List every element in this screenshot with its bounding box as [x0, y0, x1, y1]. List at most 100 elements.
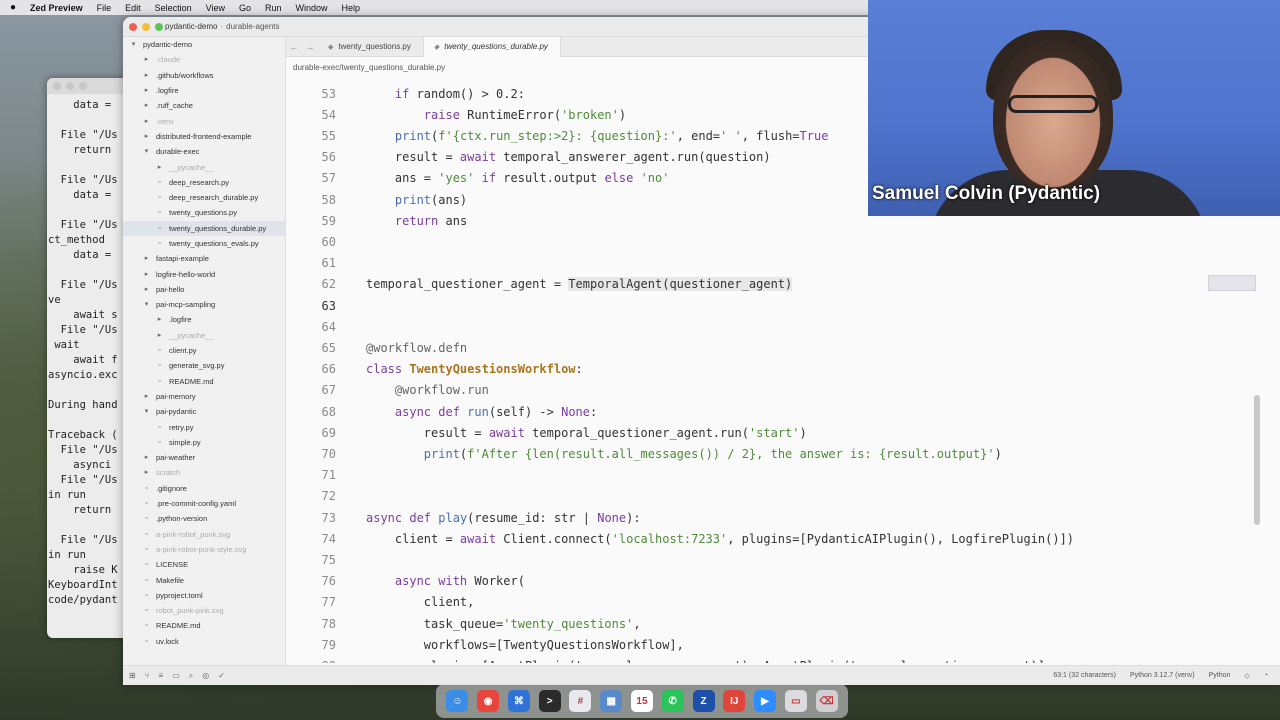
preview-icon[interactable]: ▦ — [600, 690, 623, 712]
file-tree-item[interactable]: ▫ deep_research.py — [123, 175, 285, 190]
code-line[interactable]: 77 client, — [286, 592, 1280, 613]
minimize-window-icon[interactable] — [142, 22, 150, 31]
zoom-window-icon[interactable] — [155, 22, 163, 31]
line-number[interactable]: 53 — [286, 87, 336, 101]
menu-run[interactable]: Run — [265, 3, 282, 13]
folder-tree-item[interactable]: ▸ pai-hello — [123, 282, 285, 297]
zed-icon[interactable]: Z — [692, 690, 715, 712]
downloads-icon[interactable]: ▭ — [784, 690, 807, 712]
menu-go[interactable]: Go — [239, 3, 251, 13]
python-interpreter[interactable]: Python 3.12.7 (venv) — [1130, 672, 1195, 679]
file-tree-item[interactable]: ▫ twenty_questions.py — [123, 205, 285, 220]
code-line[interactable]: 76 async with Worker( — [286, 571, 1280, 592]
trash-icon[interactable]: ⌫ — [815, 690, 838, 712]
apple-menu-icon[interactable]: ● — [10, 2, 16, 13]
code-line[interactable]: 63 — [286, 295, 1280, 316]
terminal-toggle-icon[interactable]: ▭ — [172, 671, 180, 681]
code-line[interactable]: 72 — [286, 486, 1280, 507]
file-tree-item[interactable]: ▫ Makefile — [123, 572, 285, 587]
line-number[interactable]: 73 — [286, 511, 336, 525]
code-line[interactable]: 73 async def play(resume_id: str | None): — [286, 507, 1280, 528]
folder-tree-item[interactable]: ▾ pai-pydantic — [123, 404, 285, 419]
zoom-icon[interactable]: ▶ — [754, 690, 777, 712]
folder-tree-item[interactable]: ▸ pai-memory — [123, 389, 285, 404]
menu-window[interactable]: Window — [296, 3, 328, 13]
line-number[interactable]: 61 — [286, 256, 336, 270]
search-icon[interactable]: ⌕ — [189, 671, 193, 681]
panel-toggle-icon[interactable]: ⊞ — [129, 671, 136, 681]
intellij-icon[interactable]: IJ — [723, 690, 746, 712]
diagnostics-icon[interactable]: ◎ — [202, 671, 209, 681]
code-line[interactable]: 79 workflows=[TwentyQuestionsWorkflow], — [286, 634, 1280, 655]
folder-tree-item[interactable]: ▾ pydantic-demo — [123, 37, 285, 52]
menu-file[interactable]: File — [97, 3, 112, 13]
file-tree-item[interactable]: ▫ .python-version — [123, 511, 285, 526]
folder-tree-item[interactable]: ▸ __pycache__ — [123, 328, 285, 343]
line-number[interactable]: 54 — [286, 108, 336, 122]
line-number[interactable]: 67 — [286, 383, 336, 397]
folder-tree-item[interactable]: ▾ durable-exec — [123, 144, 285, 159]
code-line[interactable]: 65 @workflow.defn — [286, 337, 1280, 358]
menu-help[interactable]: Help — [342, 3, 361, 13]
folder-tree-item[interactable]: ▸ .venv — [123, 113, 285, 128]
file-tree-item[interactable]: ▫ generate_svg.py — [123, 358, 285, 373]
file-tree-item[interactable]: ▫ retry.py — [123, 419, 285, 434]
line-number[interactable]: 72 — [286, 489, 336, 503]
app-name-menu[interactable]: Zed Preview — [30, 3, 83, 13]
forward-arrow-icon[interactable]: → — [302, 42, 318, 52]
slack-icon[interactable]: # — [569, 690, 592, 712]
line-number[interactable]: 75 — [286, 553, 336, 567]
line-number[interactable]: 57 — [286, 171, 336, 185]
finder-icon[interactable]: ☺ — [446, 690, 469, 712]
code-line[interactable]: 78 task_queue='twenty_questions', — [286, 613, 1280, 634]
code-line[interactable]: 70 print(f'After {len(result.all_message… — [286, 443, 1280, 464]
folder-tree-item[interactable]: ▸ .claude — [123, 52, 285, 67]
line-number[interactable]: 62 — [286, 277, 336, 291]
file-tree-item[interactable]: ▫ robot_punk-pink.svg — [123, 603, 285, 618]
xcode-icon[interactable]: ⌘ — [507, 690, 530, 712]
close-window-icon[interactable] — [129, 22, 137, 31]
line-number[interactable]: 76 — [286, 574, 336, 588]
file-tree-item[interactable]: ▫ .pre-commit-config.yaml — [123, 496, 285, 511]
line-number[interactable]: 77 — [286, 595, 336, 609]
line-number[interactable]: 80 — [286, 659, 336, 663]
code-line[interactable]: 71 — [286, 465, 1280, 486]
code-line[interactable]: 62 temporal_questioner_agent = TemporalAg… — [286, 274, 1280, 295]
line-number[interactable]: 65 — [286, 341, 336, 355]
folder-tree-item[interactable]: ▸ logfire-hello-world — [123, 266, 285, 281]
file-tree-item[interactable]: ▫ twenty_questions_durable.py — [123, 220, 285, 236]
folder-tree-item[interactable]: ▸ fastapi-example — [123, 251, 285, 266]
code-line[interactable]: 67 @workflow.run — [286, 380, 1280, 401]
terminal-icon[interactable]: > — [538, 690, 561, 712]
tab-twenty-questions[interactable]: ◆ twenty_questions.py — [318, 36, 424, 57]
line-number[interactable]: 58 — [286, 193, 336, 207]
code-line[interactable]: 60 — [286, 231, 1280, 252]
line-number[interactable]: 63 — [286, 299, 336, 313]
menu-edit[interactable]: Edit — [125, 3, 141, 13]
line-number[interactable]: 66 — [286, 362, 336, 376]
file-tree-item[interactable]: ▫ simple.py — [123, 435, 285, 450]
tab-twenty-questions-durable[interactable]: ◆ twenty_questions_durable.py — [423, 36, 561, 57]
folder-tree-item[interactable]: ▸ .logfire — [123, 83, 285, 98]
bell-icon[interactable]: ◔ — [1264, 672, 1268, 679]
branch-name[interactable]: durable-agents — [226, 22, 279, 31]
language-mode[interactable]: Python — [1209, 672, 1231, 679]
file-tree-item[interactable]: ▫ LICENSE — [123, 557, 285, 572]
assistant-icon[interactable]: ◇ — [1244, 672, 1249, 680]
code-line[interactable]: 75 — [286, 549, 1280, 570]
code-line[interactable]: 61 — [286, 253, 1280, 274]
code-line[interactable]: 69 result = await temporal_questioner_ag… — [286, 422, 1280, 443]
file-tree-item[interactable]: ▫ README.md — [123, 374, 285, 389]
back-arrow-icon[interactable]: ← — [286, 42, 302, 52]
code-line[interactable]: 80 plugins=[AgentPlugin(temporal_answere… — [286, 655, 1280, 663]
code-line[interactable]: 64 — [286, 316, 1280, 337]
line-number[interactable]: 71 — [286, 468, 336, 482]
folder-tree-item[interactable]: ▸ scratch — [123, 465, 285, 480]
line-number[interactable]: 64 — [286, 320, 336, 334]
project-name[interactable]: pydantic-demo — [165, 22, 217, 31]
folder-tree-item[interactable]: ▸ pai-weather — [123, 450, 285, 465]
chrome-icon[interactable]: ◉ — [477, 690, 500, 712]
whatsapp-icon[interactable]: ✆ — [661, 690, 684, 712]
code-line[interactable]: 68 async def run(self) -> None: — [286, 401, 1280, 422]
file-tree-item[interactable]: ▫ README.md — [123, 618, 285, 633]
